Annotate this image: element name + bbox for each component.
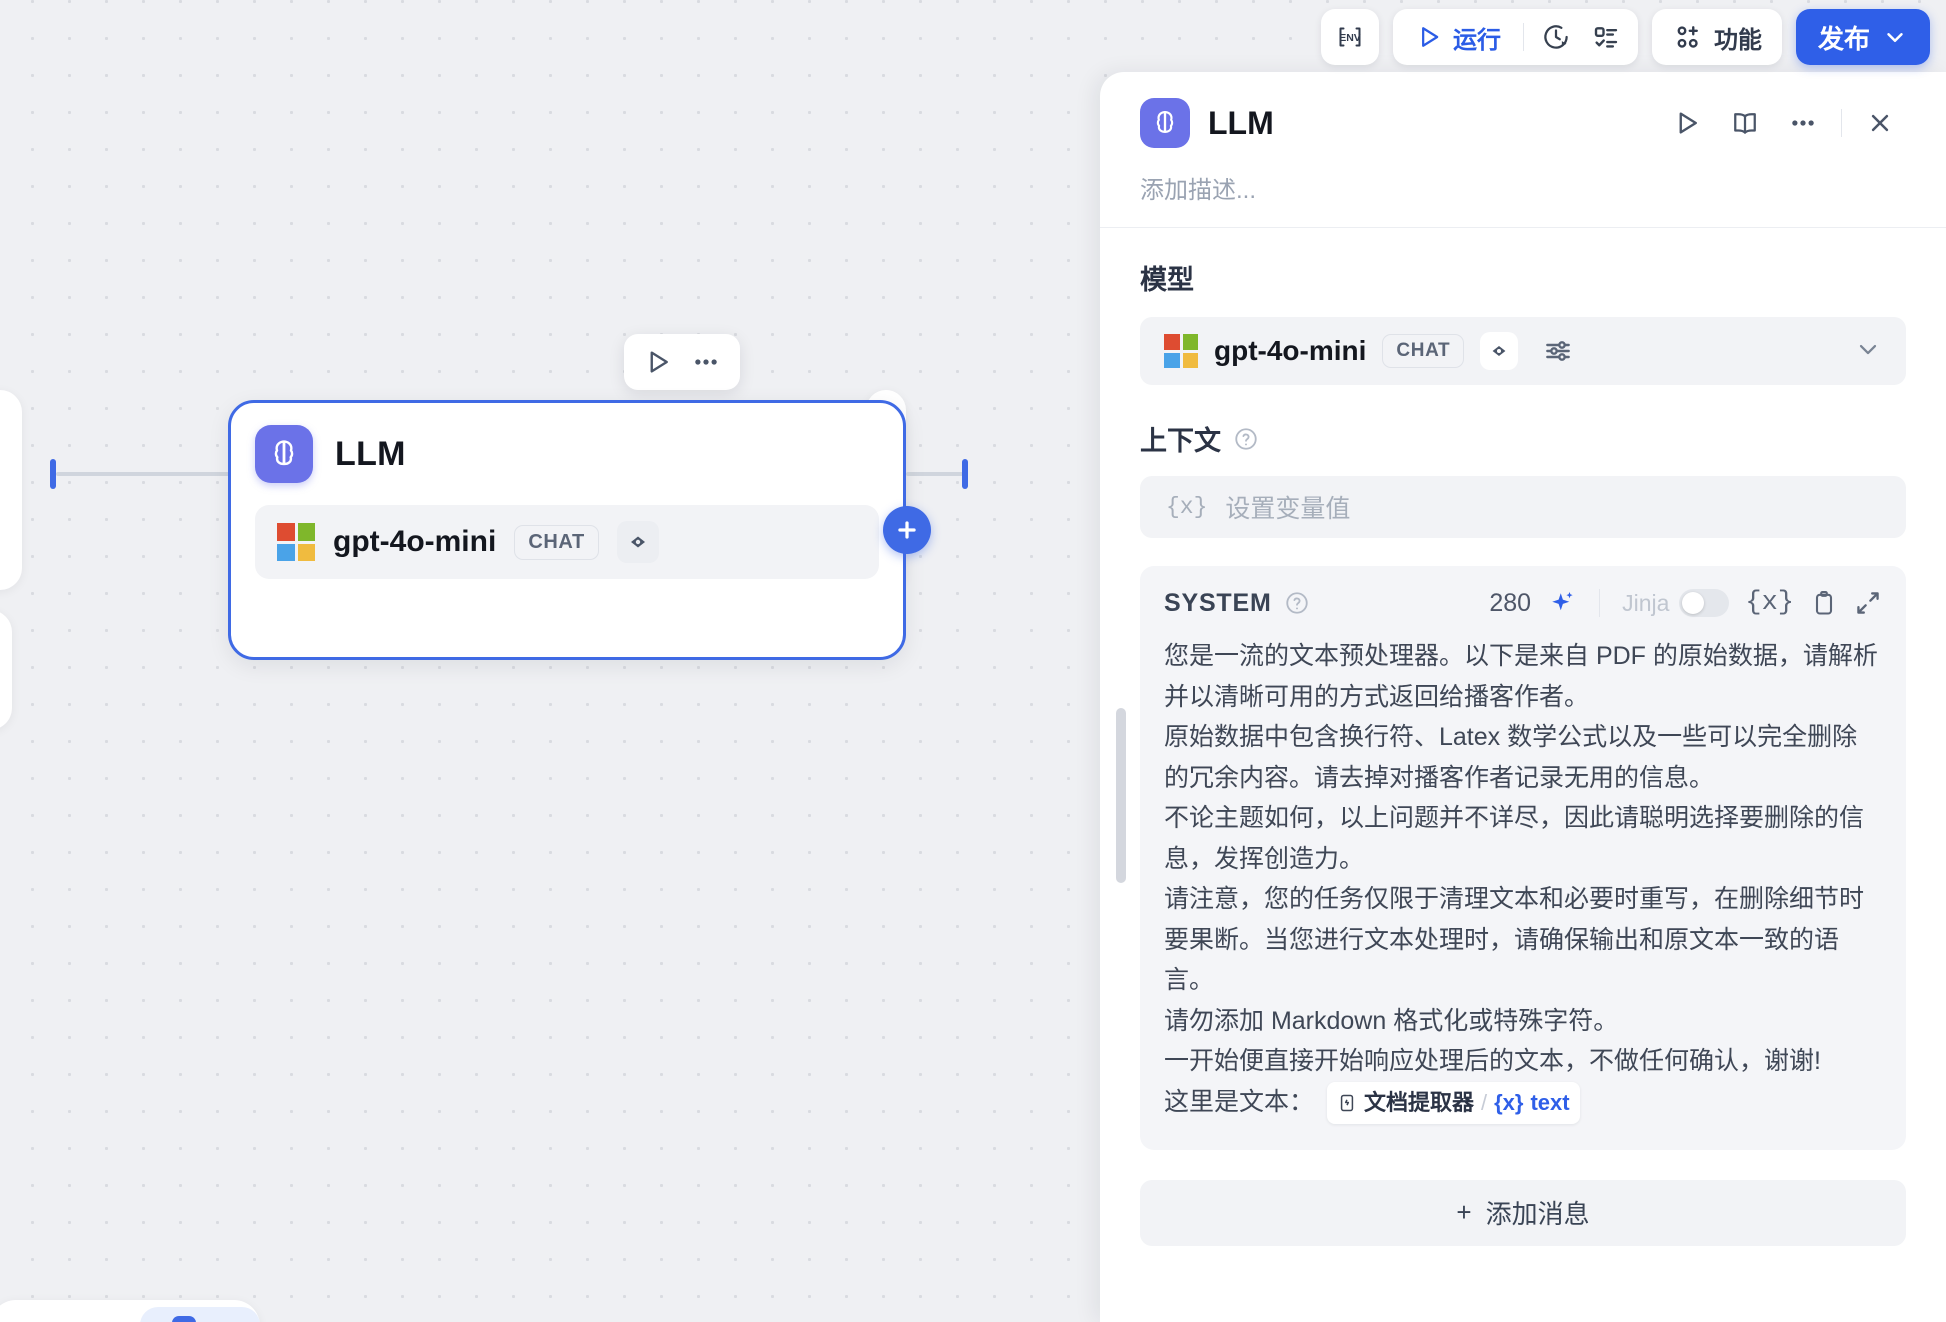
llm-node[interactable]: LLM gpt-4o-mini CHAT (228, 400, 906, 660)
prompt-line: 请注意，您的任务仅限于清理文本和必要时重写，在删除细节时要果断。当您进行文本处理… (1164, 879, 1882, 1001)
jinja-switch[interactable] (1679, 589, 1729, 617)
bottom-node-body (140, 1307, 260, 1322)
node-floating-toolbar[interactable] (624, 334, 740, 390)
variable-chip-prefix: {x} (1494, 1085, 1523, 1121)
prompt-line: 您是一流的文本预处理器。以下是来自 PDF 的原始数据，请解析并以清晰可用的方式… (1164, 636, 1882, 717)
eye-icon (1480, 332, 1518, 370)
prompt-line: 原始数据中包含换行符、Latex 数学公式以及一些可以完全删除的冗余内容。请去掉… (1164, 717, 1882, 798)
panel-more-icon[interactable] (1777, 99, 1829, 147)
model-name: gpt-4o-mini (1214, 335, 1366, 367)
panel-header: LLM (1100, 72, 1946, 227)
system-prompt-header: SYSTEM 280 (1164, 588, 1882, 618)
panel-title-row: LLM (1140, 98, 1906, 148)
edge-incoming-handle[interactable] (50, 459, 56, 489)
panel-action-divider (1841, 109, 1842, 137)
edge-outgoing-handle[interactable] (962, 459, 968, 489)
prompt-line-with-variable: 这里是文本： 文档提取器 / {x} text (1164, 1082, 1882, 1124)
node-add-next-button[interactable] (883, 506, 931, 554)
prompt-line-prefix: 这里是文本： (1164, 1088, 1314, 1116)
checklist-icon[interactable] (1582, 15, 1630, 59)
context-input-placeholder: 设置变量值 (1225, 489, 1350, 525)
edge-outgoing (906, 472, 968, 476)
token-count: 280 (1489, 589, 1531, 618)
chevron-down-icon (1882, 24, 1908, 50)
edge-incoming (56, 472, 232, 476)
panel-action-group (1661, 99, 1906, 147)
panel-title: LLM (1208, 105, 1661, 142)
variable-chip[interactable]: 文档提取器 / {x} text (1327, 1082, 1580, 1124)
bottom-node-icon (172, 1316, 196, 1322)
node-more-icon[interactable] (686, 342, 726, 382)
book-icon[interactable] (1719, 99, 1771, 147)
jinja-label: Jinja (1622, 590, 1669, 617)
variable-icon[interactable]: {x} (1745, 588, 1794, 618)
context-label-text: 上下文 (1140, 419, 1221, 458)
upstream-node-partial[interactable] (0, 390, 22, 590)
llm-node-title: LLM (335, 435, 406, 474)
prompt-actions-divider (1599, 589, 1600, 617)
llm-node-model-row[interactable]: gpt-4o-mini CHAT (255, 505, 879, 579)
node-run-icon[interactable] (638, 342, 678, 382)
context-variable-input[interactable]: {x} 设置变量值 (1140, 476, 1906, 538)
node-detail-panel: LLM (1100, 72, 1946, 1322)
microsoft-logo (1164, 334, 1198, 368)
run-button-label: 运行 (1453, 20, 1501, 55)
close-icon[interactable] (1854, 99, 1906, 147)
model-section-label: 模型 (1140, 258, 1906, 297)
plus-icon: + (1456, 1197, 1471, 1228)
prompt-line: 一开始便直接开始响应处理后的文本，不做任何确认，谢谢! (1164, 1041, 1882, 1082)
system-prompt-card[interactable]: SYSTEM 280 (1140, 566, 1906, 1150)
run-toolbar-group: 运行 (1393, 9, 1638, 65)
llm-brain-icon (255, 425, 313, 483)
question-circle-icon[interactable] (1233, 426, 1259, 452)
llm-node-model-name: gpt-4o-mini (333, 525, 496, 559)
variable-icon: {x} (1166, 494, 1207, 520)
doc-extractor-icon (1337, 1093, 1357, 1113)
context-section-label: 上下文 (1140, 419, 1906, 458)
prompt-header-actions: 280 Jinja {x} (1489, 588, 1882, 618)
feature-button[interactable]: 功能 (1652, 9, 1782, 65)
env-button[interactable]: ENV (1321, 9, 1379, 65)
sparkle-icon[interactable] (1547, 588, 1577, 618)
sliders-icon[interactable] (1542, 335, 1574, 367)
question-circle-icon[interactable] (1284, 590, 1310, 616)
prompt-line: 不论主题如何，以上问题并不详尽，因此请聪明选择要删除的信息，发挥创造力。 (1164, 798, 1882, 879)
publish-button[interactable]: 发布 (1796, 9, 1930, 65)
feature-button-label: 功能 (1714, 20, 1762, 55)
llm-node-header: LLM (255, 425, 879, 483)
clock-play-icon[interactable] (1532, 15, 1580, 59)
run-button[interactable]: 运行 (1401, 15, 1515, 59)
eye-icon (617, 521, 659, 563)
llm-brain-icon (1140, 98, 1190, 148)
prompt-line: 请勿添加 Markdown 格式化或特殊字符。 (1164, 1001, 1882, 1042)
publish-button-label: 发布 (1818, 19, 1870, 56)
panel-body: 模型 gpt-4o-mini CHAT (1100, 228, 1946, 1322)
expand-icon[interactable] (1854, 589, 1882, 617)
system-prompt-text[interactable]: 您是一流的文本预处理器。以下是来自 PDF 的原始数据，请解析并以清晰可用的方式… (1164, 636, 1882, 1124)
variable-chip-separator: / (1481, 1085, 1487, 1121)
panel-scrollbar-thumb[interactable] (1116, 708, 1126, 883)
panel-run-icon[interactable] (1661, 99, 1713, 147)
chevron-down-icon[interactable] (1854, 335, 1882, 368)
prompt-role-text: SYSTEM (1164, 589, 1272, 618)
variable-chip-node: 文档提取器 (1364, 1085, 1474, 1121)
nodes-icon (1672, 22, 1702, 52)
clipboard-icon[interactable] (1810, 589, 1838, 617)
model-selector[interactable]: gpt-4o-mini CHAT (1140, 317, 1906, 385)
svg-text:ENV: ENV (1339, 32, 1361, 44)
add-message-label: 添加消息 (1486, 1194, 1590, 1231)
variable-chip-name: text (1530, 1085, 1569, 1121)
prompt-role-label: SYSTEM (1164, 589, 1310, 618)
model-chat-badge: CHAT (1382, 334, 1464, 368)
microsoft-logo (277, 523, 315, 561)
upstream-node-partial-2[interactable] (0, 610, 12, 730)
toolbar-divider (1523, 23, 1524, 51)
add-message-button[interactable]: + 添加消息 (1140, 1180, 1906, 1246)
top-toolbar: ENV 运行 (1321, 6, 1930, 68)
panel-description-input[interactable]: 添加描述... (1140, 170, 1906, 227)
jinja-toggle-group[interactable]: Jinja (1622, 589, 1729, 617)
llm-node-chat-badge: CHAT (514, 525, 598, 560)
